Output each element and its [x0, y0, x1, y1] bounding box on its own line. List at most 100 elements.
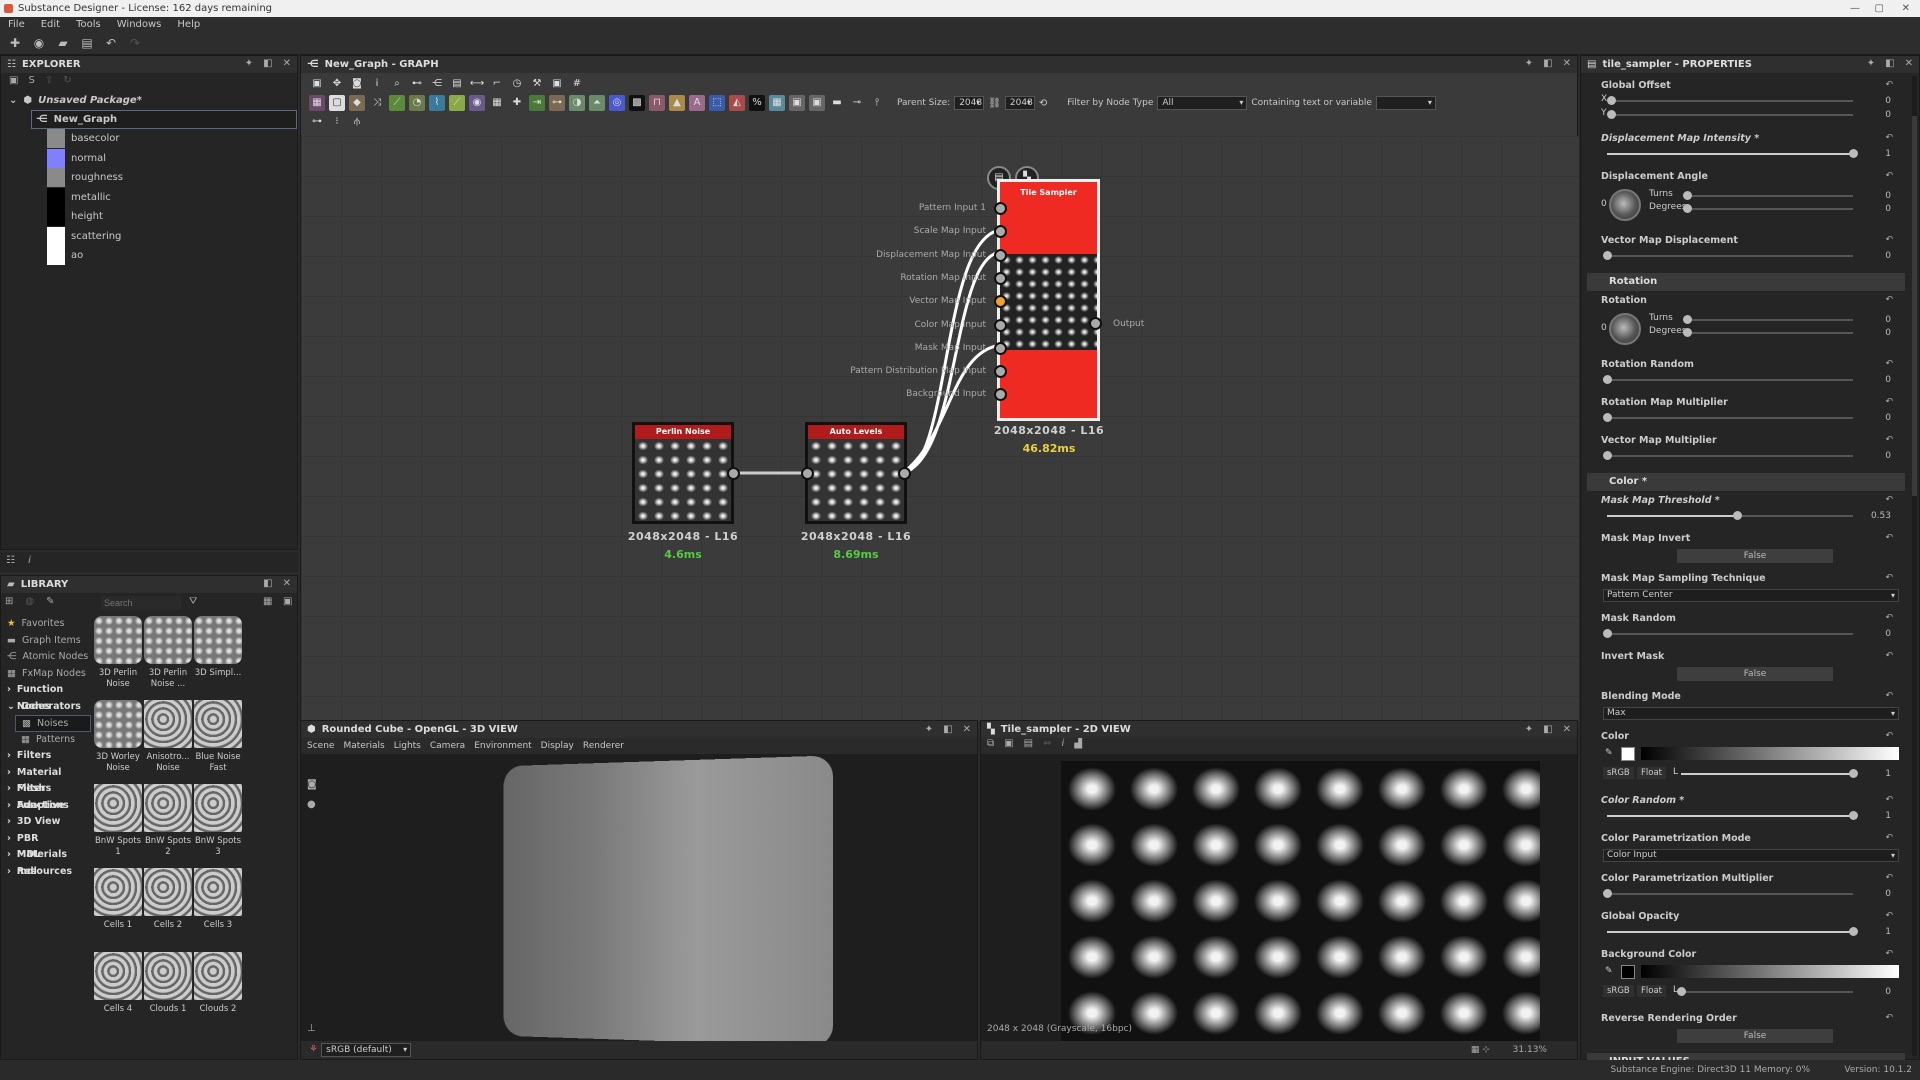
view-mode-icon[interactable]: ▦: [263, 596, 272, 607]
hsl-icon[interactable]: ◑: [569, 95, 585, 111]
library-category[interactable]: › Function Nodes: [1, 682, 91, 712]
library-item[interactable]: BnW Spots 3: [193, 784, 243, 858]
transform-icon[interactable]: ⊓: [649, 95, 665, 111]
containing-text-dropdown[interactable]: [1375, 96, 1436, 110]
slider[interactable]: [1603, 889, 1853, 898]
output-item[interactable]: scattering: [1, 226, 297, 247]
pin-node-icon[interactable]: ⫯: [869, 95, 885, 111]
scrollbar[interactable]: [1912, 76, 1917, 1056]
slider[interactable]: [1677, 987, 1853, 996]
slider-handle[interactable]: [1849, 811, 1858, 820]
angle-dial[interactable]: [1609, 313, 1641, 345]
input-icon[interactable]: ▣: [789, 95, 805, 111]
library-item[interactable]: 3D Simpl...: [193, 616, 243, 679]
node-auto-levels[interactable]: Auto Levels: [805, 422, 907, 524]
frame-all-icon[interactable]: ▣: [309, 76, 325, 92]
property-value[interactable]: 0: [1885, 451, 1891, 461]
float-icon[interactable]: ◧: [1543, 58, 1552, 69]
library-item[interactable]: 3D Perlin Noise: [93, 616, 143, 690]
pin-icon[interactable]: ✦: [1867, 58, 1875, 69]
svg-icon[interactable]: ▦: [769, 95, 785, 111]
publish-icon[interactable]: ⇪: [45, 75, 53, 89]
property-value[interactable]: 0: [1885, 315, 1891, 325]
menu-scene[interactable]: Scene: [307, 738, 334, 754]
slider[interactable]: [1607, 811, 1858, 820]
input-port[interactable]: [994, 341, 1007, 355]
graph-canvas[interactable]: Perlin Noise 2048x2048 - L16 4.6ms Auto …: [301, 136, 1579, 721]
slider-handle[interactable]: [1683, 315, 1692, 324]
graph-layout-icon[interactable]: ⋲: [429, 76, 445, 92]
input-port[interactable]: [994, 202, 1007, 215]
switch-icon[interactable]: ⤨: [369, 95, 385, 111]
library-category[interactable]: ⋲ Atomic Nodes: [1, 649, 91, 666]
menu-display[interactable]: Display: [541, 738, 574, 754]
reset-icon[interactable]: ↶: [1885, 397, 1893, 407]
menu-lights[interactable]: Lights: [394, 738, 421, 754]
library-category[interactable]: › PBR Materials: [1, 831, 91, 861]
slider-handle[interactable]: [1849, 149, 1858, 158]
menu-environment[interactable]: Environment: [474, 738, 531, 754]
slider-handle[interactable]: [1603, 889, 1612, 898]
output-port[interactable]: [1089, 317, 1102, 330]
reset-icon[interactable]: ↶: [1885, 295, 1893, 305]
output-port[interactable]: [898, 467, 911, 480]
library-category[interactable]: ▦ FxMap Nodes: [1, 666, 91, 683]
slider[interactable]: [1607, 96, 1853, 105]
output-port[interactable]: [727, 467, 740, 480]
pin-icon[interactable]: ✦: [925, 724, 933, 735]
info-icon[interactable]: i: [28, 555, 31, 566]
library-item[interactable]: BnW Spots 2: [143, 784, 193, 858]
library-category[interactable]: › Functions: [1, 798, 91, 815]
fill-icon[interactable]: ◭: [729, 95, 745, 111]
edit-icon[interactable]: ✎: [46, 596, 54, 607]
slider[interactable]: [1603, 451, 1853, 460]
slider-handle[interactable]: [1607, 110, 1616, 119]
reset-icon[interactable]: ↶: [1885, 833, 1893, 843]
blend-icon[interactable]: ⊶: [549, 95, 565, 111]
library-category[interactable]: › Mesh Adaptive: [1, 781, 91, 811]
comment-icon[interactable]: ▬: [829, 95, 845, 111]
menu-tools[interactable]: Tools: [76, 17, 101, 33]
uv-icon[interactable]: ⇔: [1043, 738, 1051, 754]
link-icon[interactable]: ⟷: [469, 76, 485, 92]
uniform-color-icon[interactable]: ▢: [329, 95, 345, 111]
globe-icon[interactable]: ◍: [25, 596, 34, 607]
copy-icon[interactable]: ⧉: [987, 738, 994, 754]
toggle-button[interactable]: False: [1677, 549, 1833, 563]
menu-renderer[interactable]: Renderer: [583, 738, 624, 754]
reset-icon[interactable]: ↶: [1885, 495, 1893, 505]
slider[interactable]: [1683, 204, 1853, 213]
grid-icon[interactable]: #: [569, 76, 585, 92]
reset-icon[interactable]: ↶: [1885, 80, 1893, 90]
library-category[interactable]: ▬ Graph Items: [1, 633, 91, 650]
minimize-icon[interactable]: —: [1850, 0, 1860, 17]
input-port[interactable]: [994, 271, 1007, 285]
output-node-icon[interactable]: ▣: [809, 95, 825, 111]
add-icon[interactable]: ✚: [509, 95, 525, 111]
chevron-down-icon[interactable]: ⌄: [9, 91, 17, 110]
warp-icon[interactable]: ⌇: [429, 95, 445, 111]
colorspace-button[interactable]: sRGB: [1603, 985, 1634, 997]
menu-materials[interactable]: Materials: [343, 738, 384, 754]
output-item[interactable]: normal: [1, 148, 297, 169]
property-value[interactable]: 1: [1885, 927, 1891, 937]
info-icon[interactable]: i: [369, 76, 385, 92]
snapshot-icon[interactable]: ◙: [349, 76, 365, 92]
library-item[interactable]: Cells 2: [143, 868, 193, 931]
input-port[interactable]: [994, 248, 1007, 262]
connector-icon[interactable]: ⌐: [489, 76, 505, 92]
property-value[interactable]: 0: [1885, 191, 1891, 201]
slider[interactable]: [1607, 110, 1853, 119]
tree-icon[interactable]: ☷: [6, 555, 15, 566]
color-gradient-bar[interactable]: [1641, 965, 1899, 978]
frame-selected-icon[interactable]: ✥: [329, 76, 345, 92]
close-icon[interactable]: ✕: [963, 724, 971, 735]
property-dropdown[interactable]: Pattern Center: [1603, 589, 1899, 602]
library-search-input[interactable]: [101, 596, 181, 610]
filter-node-type-dropdown[interactable]: All: [1157, 96, 1248, 110]
property-value[interactable]: 0: [1885, 413, 1891, 423]
color-swatch[interactable]: [1621, 747, 1635, 761]
package-item[interactable]: ⌄ ⬢ Unsaved Package*: [1, 91, 297, 110]
output-item[interactable]: metallic: [1, 187, 297, 208]
library-item[interactable]: 3D Perlin Noise ...: [143, 616, 193, 690]
